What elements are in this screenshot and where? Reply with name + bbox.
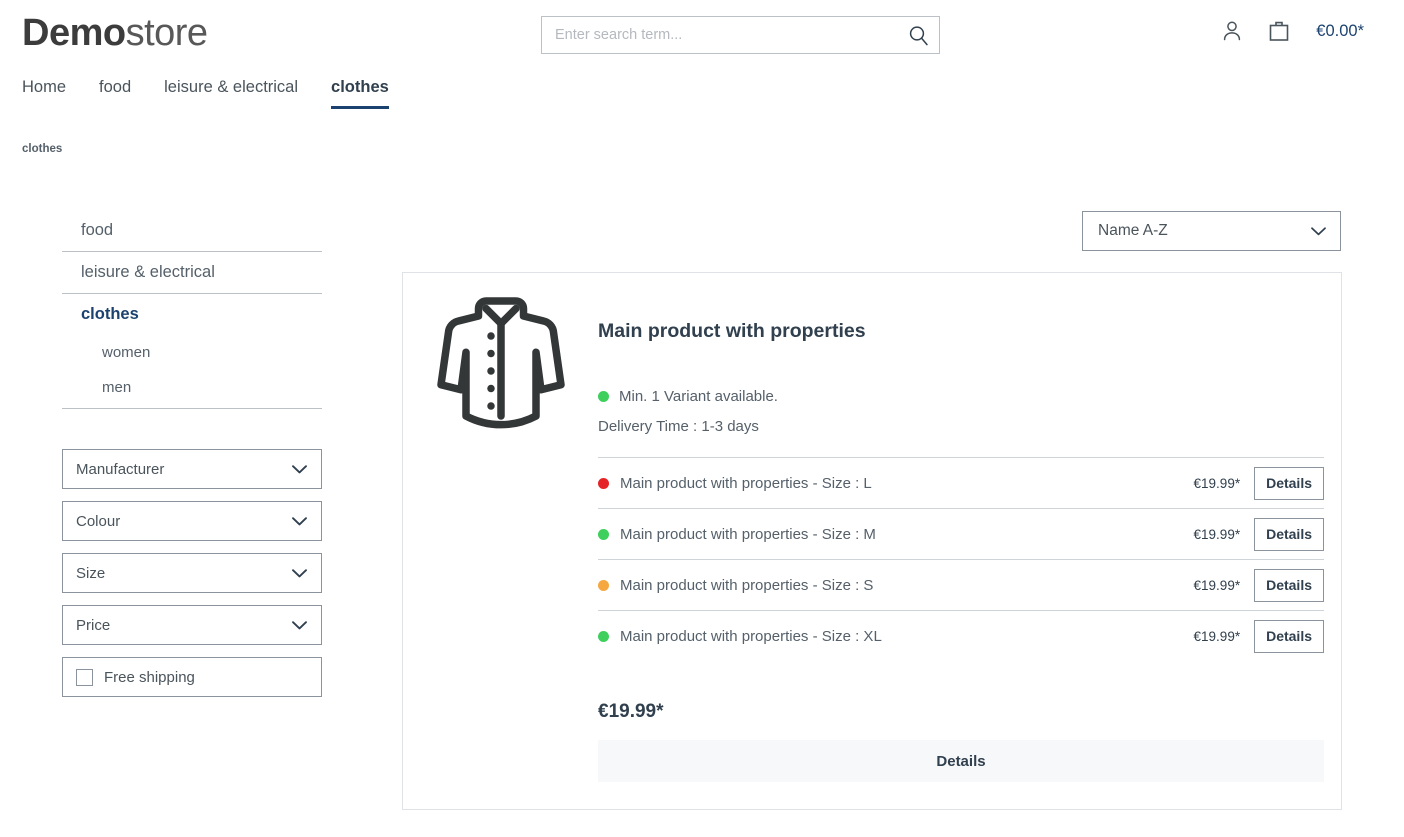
free-shipping-label: Free shipping [104,668,195,686]
filter-panel: Manufacturer Colour Size Price Free ship… [62,449,322,697]
chevron-down-icon [1311,226,1326,235]
variant-price: €19.99* [1193,475,1241,491]
search-icon [909,25,928,45]
page-root: Demostore Enter search term... €0.00* Ho… [0,0,1404,837]
product-details-button[interactable]: Details [598,740,1324,782]
breadcrumb[interactable]: clothes [22,143,62,155]
cart-button[interactable] [1266,18,1292,44]
filter-colour[interactable]: Colour [62,501,322,541]
chevron-down-icon [292,464,307,473]
main-navigation: Home food leisure & electrical clothes [22,78,389,109]
search-submit-button[interactable] [897,17,939,53]
site-header: Demostore Enter search term... €0.00* [0,0,1404,70]
logo-light-part: store [125,12,208,54]
search-box[interactable] [541,16,940,54]
filter-size[interactable]: Size [62,553,322,593]
delivery-time: Delivery Time : 1-3 days [598,418,759,435]
variant-row[interactable]: Main product with properties - Size : XL… [598,610,1324,661]
product-price: €19.99* [598,701,664,722]
nav-item-food[interactable]: food [99,78,131,109]
variant-details-button[interactable]: Details [1254,619,1324,653]
availability-text: Min. 1 Variant available. [619,388,778,405]
sort-select[interactable]: Name A-Z [1082,211,1341,251]
variant-row[interactable]: Main product with properties - Size : M … [598,508,1324,559]
sidebar: food leisure & electrical clothes women … [62,210,322,697]
variant-row[interactable]: Main product with properties - Size : L … [598,457,1324,508]
variant-status-dot [598,579,609,591]
header-actions: €0.00* [1220,18,1364,44]
variant-price: €19.99* [1193,526,1241,542]
filter-colour-label: Colour [76,512,121,530]
variant-row[interactable]: Main product with properties - Size : S … [598,559,1324,610]
variant-price: €19.99* [1193,628,1241,644]
availability-status-dot [598,391,609,402]
chevron-down-icon [292,620,307,629]
variant-price: €19.99* [1193,577,1241,593]
filter-manufacturer[interactable]: Manufacturer [62,449,322,489]
chevron-down-icon [292,568,307,577]
account-button[interactable] [1220,19,1244,43]
sort-selected-value: Name A-Z [1098,222,1168,239]
variant-name[interactable]: Main product with properties - Size : XL [620,628,1194,645]
free-shipping-checkbox[interactable] [76,668,93,686]
variant-name[interactable]: Main product with properties - Size : L [620,475,1194,492]
availability-row: Min. 1 Variant available. [598,388,1324,405]
product-card[interactable]: Main product with properties Min. 1 Vari… [402,272,1342,810]
variant-list: Main product with properties - Size : L … [598,457,1324,661]
variant-name[interactable]: Main product with properties - Size : S [620,577,1194,594]
filter-price-label: Price [76,616,111,634]
nav-item-leisure-electrical[interactable]: leisure & electrical [164,78,298,109]
filter-price[interactable]: Price [62,605,322,645]
sidebar-item-food[interactable]: food [62,210,322,252]
variant-details-button[interactable]: Details [1254,568,1324,602]
variant-status-dot [598,630,609,642]
sidebar-item-leisure-electrical[interactable]: leisure & electrical [62,252,322,294]
filter-size-label: Size [76,564,106,582]
category-list: food leisure & electrical clothes women … [62,210,322,409]
sidebar-item-men[interactable]: men [62,370,322,409]
sidebar-item-clothes[interactable]: clothes [62,294,322,335]
nav-item-clothes[interactable]: clothes [331,78,389,109]
logo-bold-part: Demo [22,12,126,54]
variant-status-dot [598,477,609,489]
chevron-down-icon [292,516,307,525]
nav-item-home[interactable]: Home [22,78,66,109]
filter-free-shipping[interactable]: Free shipping [62,657,322,697]
search-input[interactable] [542,27,897,43]
sort-control: Name A-Z [1082,211,1341,251]
site-logo[interactable]: Demostore [22,10,208,56]
variant-details-button[interactable]: Details [1254,517,1324,551]
shopping-bag-icon [1269,21,1289,41]
cart-total-amount[interactable]: €0.00* [1316,22,1364,41]
variant-details-button[interactable]: Details [1254,466,1324,500]
user-icon [1224,21,1241,41]
jacket-icon [436,297,565,429]
filter-manufacturer-label: Manufacturer [76,460,165,478]
variant-name[interactable]: Main product with properties - Size : M [620,526,1194,543]
product-info: Main product with properties Min. 1 Vari… [598,273,1341,809]
product-title[interactable]: Main product with properties [598,318,1324,344]
sidebar-item-women[interactable]: women [62,335,322,370]
variant-status-dot [598,528,609,540]
product-image[interactable] [403,273,598,809]
